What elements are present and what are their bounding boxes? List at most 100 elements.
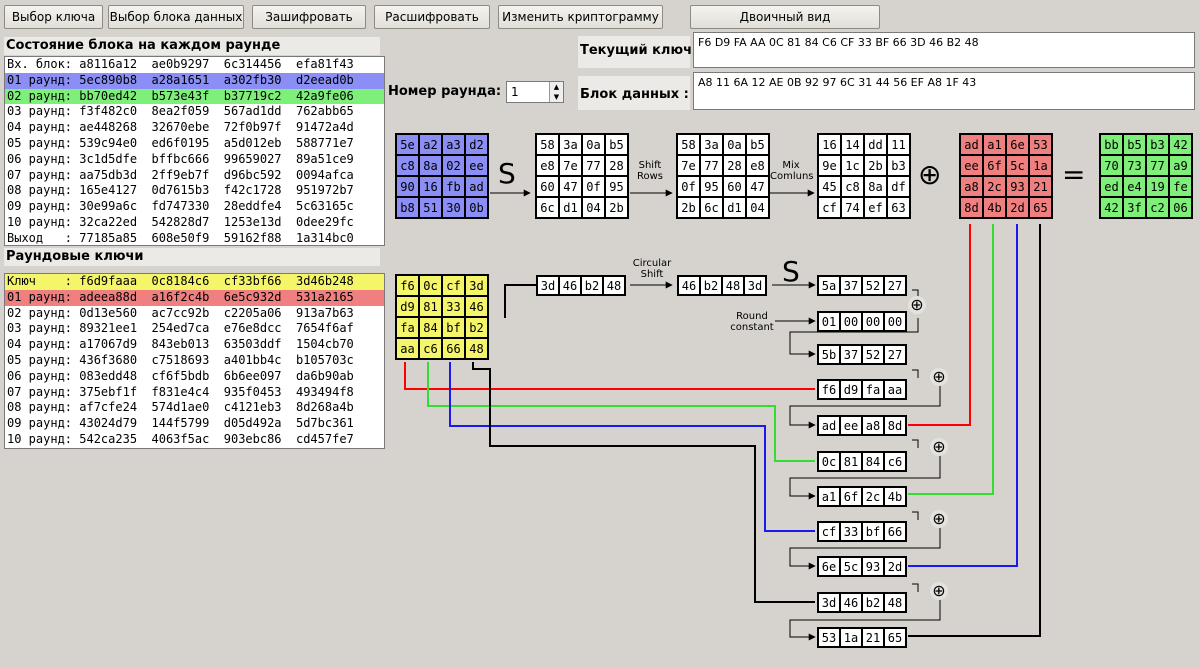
word-byte: 2c [862,487,884,506]
grid-cell: 04 [582,197,605,218]
grid-cell: 0c [419,275,442,296]
grid-cell: 2b [605,197,628,218]
grid-cell: 16 [818,134,841,155]
grid-cell: 48 [465,338,488,359]
grid-cell: 30 [442,197,465,218]
grid-cell: 9e [818,155,841,176]
sub-bytes-symbol: S [498,157,516,190]
word-byte: 37 [840,276,862,295]
grid-cell: 4b [983,197,1006,218]
new-key-word-3: 53 1a 21 65 [817,627,907,648]
diagram-wires [404,189,1041,641]
grid-cell: 2c [983,176,1006,197]
word-byte: 81 [840,452,862,471]
grid-cell: 63 [887,197,910,218]
grid-cell: 8a [864,176,887,197]
word-byte: 0c [818,452,840,471]
grid-cell: 6e [1006,134,1029,155]
word-byte: b2 [700,276,722,295]
word-byte: 5b [818,345,840,364]
grid-cell: 06 [1169,197,1192,218]
grid-cell: 6c [700,197,723,218]
new-key-word-1: a1 6f 2c 4b [817,486,907,507]
grid-cell: 51 [419,197,442,218]
shift-rows-label: Shift Rows [636,160,663,182]
word-byte: 52 [862,276,884,295]
grid-cell: 3f [1123,197,1146,218]
grid-cell: 6c [536,197,559,218]
grid-cell: c6 [419,338,442,359]
grid-cell: 95 [700,176,723,197]
grid-cell: 28 [723,155,746,176]
grid-cell: cf [818,197,841,218]
grid-cell: cf [442,275,465,296]
word-byte: 27 [884,345,906,364]
word-byte: aa [884,380,906,399]
word-byte: 1a [840,628,862,647]
word-byte: f6 [818,380,840,399]
grid-cell: 66 [442,338,465,359]
previous-key-grid: f6 0c cf 3d d9 81 33 46 fa 84 bf b2 aa c6 66 48 [395,274,489,360]
grid-cell: 1c [841,155,864,176]
grid-cell: 6f [983,155,1006,176]
grid-cell: b3 [1146,134,1169,155]
mix-columns-label: Mix Comluns [770,160,814,182]
word-byte: a8 [862,416,884,435]
round-key-grid: ad a1 6e 53 ee 6f 5c 1a a8 2c 93 21 8d 4b 2d 65 [959,133,1053,219]
word-byte: 8d [884,416,906,435]
grid-cell: 60 [723,176,746,197]
grid-cell: fe [1169,176,1192,197]
word-byte: 93 [862,557,884,576]
grid-cell: c2 [1146,197,1169,218]
grid-cell: 11 [887,134,910,155]
grid-cell: 14 [841,134,864,155]
xor-icon: ⊕ [930,582,948,600]
grid-cell: b3 [887,155,910,176]
grid-cell: 3d [465,275,488,296]
grid-cell: 77 [582,155,605,176]
grid-cell: df [887,176,910,197]
word-byte: 46 [840,593,862,612]
grid-cell: 8a [419,155,442,176]
word-byte: 01 [818,312,840,331]
shifted-word: 46 b2 48 3d [677,275,767,296]
grid-cell: a3 [442,134,465,155]
grid-cell: d9 [396,296,419,317]
grid-cell: c8 [396,155,419,176]
grid-cell: 2b [677,197,700,218]
grid-cell: 47 [559,176,582,197]
word-byte: b2 [581,276,603,295]
grid-cell: d1 [559,197,582,218]
word-byte: 4b [884,487,906,506]
grid-cell: 04 [746,197,769,218]
word-byte: 3d [744,276,766,295]
grid-cell: fa [396,317,419,338]
grid-cell: 84 [419,317,442,338]
sub-word: 5a 37 52 27 [817,275,907,296]
grid-cell: ad [960,134,983,155]
word-byte: ad [818,416,840,435]
xor-icon: ⊕ [930,438,948,456]
grid-cell: 90 [396,176,419,197]
grid-cell: ee [960,155,983,176]
grid-cell: 8d [960,197,983,218]
grid-cell: e8 [536,155,559,176]
grid-cell: 74 [841,197,864,218]
grid-cell: 73 [1123,155,1146,176]
grid-cell: d2 [465,134,488,155]
equals-symbol: = [1062,158,1086,191]
grid-cell: 58 [677,134,700,155]
word-byte: 00 [862,312,884,331]
grid-cell: b2 [465,317,488,338]
grid-cell: b5 [746,134,769,155]
word-byte: 33 [840,522,862,541]
grid-cell: 93 [1006,176,1029,197]
new-key-word-2: 6e 5c 93 2d [817,556,907,577]
grid-cell: 77 [700,155,723,176]
grid-cell: 77 [1146,155,1169,176]
word-byte: fa [862,380,884,399]
state-input-grid: 5e a2 a3 d2 c8 8a 02 ee 90 16 fb ad b8 51 30 0b [395,133,489,219]
temp-word: 5b 37 52 27 [817,344,907,365]
xor-icon: ⊕ [930,510,948,528]
word-byte: 5c [840,557,862,576]
